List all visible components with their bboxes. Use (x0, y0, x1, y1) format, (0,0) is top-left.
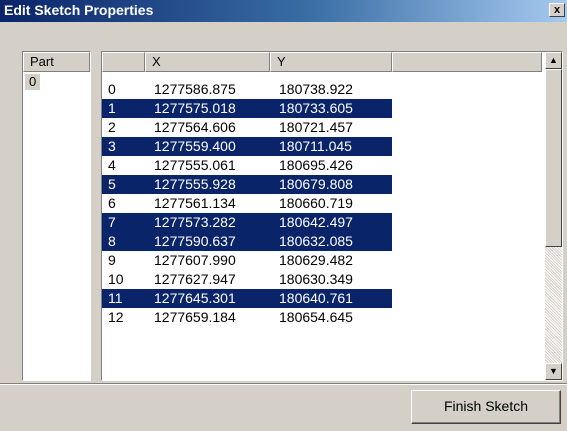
x-cell[interactable]: 1277573.282 (154, 213, 236, 232)
x-cell[interactable]: 1277607.990 (154, 251, 236, 270)
scroll-up-arrow-icon[interactable]: ▲ (545, 52, 562, 69)
row-index-cell[interactable]: 3 (108, 137, 116, 156)
grid-rows: 0 1277586.875 180738.922 1 1277575.018 180733… (102, 80, 392, 327)
y-cell[interactable]: 180630.349 (279, 270, 353, 289)
table-row[interactable]: 2 1277564.606 180721.457 (102, 118, 392, 137)
row-index-cell[interactable]: 1 (108, 99, 116, 118)
row-index-cell[interactable]: 4 (108, 156, 116, 175)
y-cell[interactable]: 180660.719 (279, 194, 353, 213)
empty-column-header (392, 52, 542, 72)
footer-divider (0, 383, 567, 385)
table-row[interactable]: 4 1277555.061 180695.426 (102, 156, 392, 175)
row-index-cell[interactable]: 7 (108, 213, 116, 232)
row-index-cell[interactable]: 8 (108, 232, 116, 251)
row-index-cell[interactable]: 5 (108, 175, 116, 194)
table-row[interactable]: 7 1277573.282 180642.497 (102, 213, 392, 232)
row-index-cell[interactable]: 2 (108, 118, 116, 137)
scroll-thumb[interactable] (545, 69, 562, 247)
y-cell[interactable]: 180640.761 (279, 289, 353, 308)
x-cell[interactable]: 1277590.637 (154, 232, 236, 251)
table-row[interactable]: 0 1277586.875 180738.922 (102, 80, 392, 99)
y-cell[interactable]: 180642.497 (279, 213, 353, 232)
y-cell[interactable]: 180738.922 (279, 80, 353, 99)
y-cell[interactable]: 180721.457 (279, 118, 353, 137)
y-cell[interactable]: 180629.482 (279, 251, 353, 270)
x-column-header[interactable]: X (145, 52, 270, 72)
part-column-header[interactable]: Part (23, 52, 90, 72)
scroll-down-arrow-icon[interactable]: ▼ (545, 363, 562, 380)
x-cell[interactable]: 1277645.301 (154, 289, 236, 308)
row-index-cell[interactable]: 6 (108, 194, 116, 213)
x-cell[interactable]: 1277659.184 (154, 308, 236, 327)
x-cell[interactable]: 1277555.061 (154, 156, 236, 175)
y-column-header[interactable]: Y (270, 52, 392, 72)
x-cell[interactable]: 1277575.018 (154, 99, 236, 118)
y-cell[interactable]: 180679.808 (279, 175, 353, 194)
x-cell[interactable]: 1277555.928 (154, 175, 236, 194)
row-index-cell[interactable]: 12 (108, 308, 124, 327)
table-row[interactable]: 8 1277590.637 180632.085 (102, 232, 392, 251)
index-column-header[interactable] (102, 52, 145, 72)
vertex-grid: X Y 0 1277586.875 180738.922 1 1277575.018 18… (101, 51, 563, 381)
window-title: Edit Sketch Properties (4, 2, 154, 18)
vertical-scrollbar[interactable]: ▲ ▼ (545, 52, 562, 380)
x-cell[interactable]: 1277559.400 (154, 137, 236, 156)
finish-sketch-button[interactable]: Finish Sketch (411, 390, 561, 424)
y-cell[interactable]: 180695.426 (279, 156, 353, 175)
row-index-cell[interactable]: 11 (108, 289, 123, 308)
table-row[interactable]: 11 1277645.301 180640.761 (102, 289, 392, 308)
table-row[interactable]: 10 1277627.947 180630.349 (102, 270, 392, 289)
y-cell[interactable]: 180711.045 (279, 137, 352, 156)
table-row[interactable]: 6 1277561.134 180660.719 (102, 194, 392, 213)
row-index-cell[interactable]: 0 (108, 80, 116, 99)
part-item[interactable]: 0 (25, 74, 41, 90)
x-cell[interactable]: 1277564.606 (154, 118, 236, 137)
y-cell[interactable]: 180632.085 (279, 232, 353, 251)
row-index-cell[interactable]: 10 (108, 270, 124, 289)
y-cell[interactable]: 180654.645 (279, 308, 353, 327)
title-bar: Edit Sketch Properties x (0, 0, 567, 22)
table-row[interactable]: 3 1277559.400 180711.045 (102, 137, 392, 156)
table-row[interactable]: 1 1277575.018 180733.605 (102, 99, 392, 118)
grid-header: X Y (102, 52, 542, 72)
x-cell[interactable]: 1277627.947 (154, 270, 236, 289)
close-button[interactable]: x (549, 3, 565, 17)
y-cell[interactable]: 180733.605 (279, 99, 353, 118)
part-list: Part 0 (22, 51, 91, 381)
table-row[interactable]: 9 1277607.990 180629.482 (102, 251, 392, 270)
x-cell[interactable]: 1277586.875 (154, 80, 236, 99)
table-row[interactable]: 12 1277659.184 180654.645 (102, 308, 392, 327)
x-cell[interactable]: 1277561.134 (154, 194, 236, 213)
row-index-cell[interactable]: 9 (108, 251, 116, 270)
table-row[interactable]: 5 1277555.928 180679.808 (102, 175, 392, 194)
